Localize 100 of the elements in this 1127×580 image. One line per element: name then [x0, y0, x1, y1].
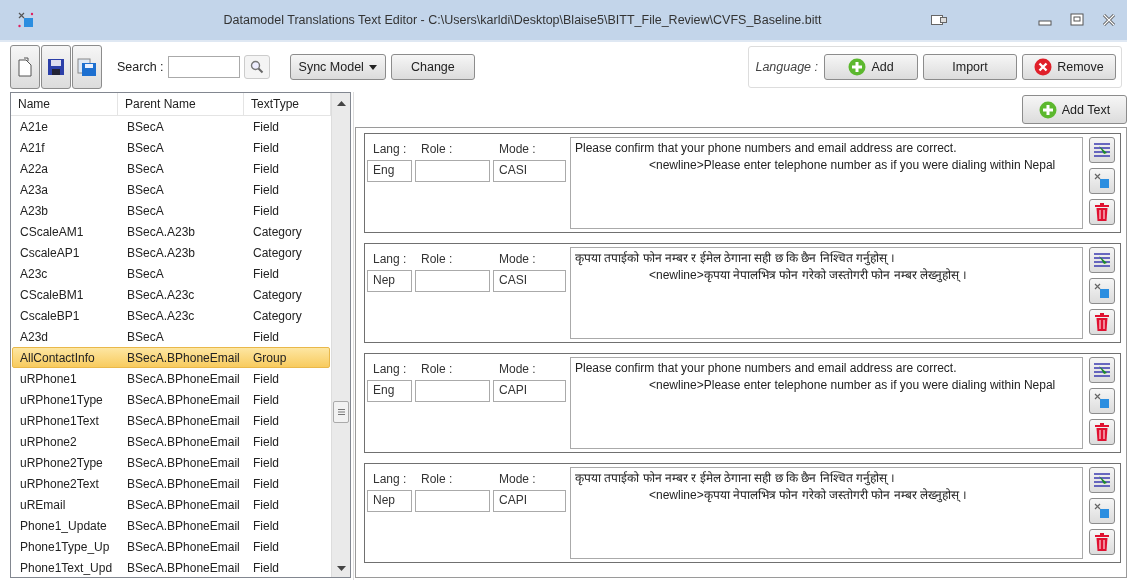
edit-button[interactable]	[1089, 467, 1115, 493]
table-cell-text: BSecA	[126, 140, 165, 155]
role-field[interactable]	[415, 490, 490, 512]
translate-button[interactable]	[1089, 498, 1115, 524]
table-cell-text: A21f	[19, 140, 46, 155]
change-button[interactable]: Change	[390, 54, 475, 80]
trash-icon	[1095, 313, 1109, 331]
table-cell-text: BSecA	[126, 119, 165, 134]
save-all-icon	[77, 57, 97, 77]
column-header[interactable]: Parent Name	[118, 93, 244, 115]
table-cell-text: A22a	[19, 161, 50, 176]
search-button[interactable]	[243, 55, 270, 79]
text-area[interactable]: कृपया तपाईको फोन नम्बर र ईमेल ठेगाना सही छ कि छैन निश्चित गर्नुहोस् । <newline>कृपया नेपालभित्र फोन गरेको जस्तोगरी फोन नम्बर लेख्नुहोस् ।	[570, 467, 1083, 559]
table-cell-text: Field	[252, 434, 280, 449]
table-cell-text: Field	[252, 518, 280, 533]
role-field[interactable]	[415, 270, 490, 292]
mode-field[interactable]: CASI	[493, 270, 566, 292]
text-line: <newline>कृपया नेपालभित्र फोन गरेको जस्तोगरी फोन नम्बर लेख्नुहोस् ।	[648, 487, 969, 504]
add-button[interactable]: Add	[824, 54, 918, 80]
table-cell-text: BSecA.A23c	[126, 287, 196, 302]
lang-field[interactable]: Eng	[367, 160, 412, 182]
mode-field[interactable]: CAPI	[493, 490, 566, 512]
mode-label: Mode :	[498, 142, 537, 158]
scroll-thumb[interactable]	[333, 401, 349, 423]
lang-field[interactable]: Nep	[367, 270, 412, 292]
lang-field[interactable]: Eng	[367, 380, 412, 402]
search-label: Search :	[117, 60, 164, 74]
caret-icon	[368, 64, 377, 70]
table-cell-text: Group	[252, 350, 288, 365]
scrollbar[interactable]	[331, 93, 350, 577]
edit-button[interactable]	[1089, 137, 1115, 163]
table-cell-text: BSecA.BPhoneEmail	[126, 434, 241, 449]
table-cell-text: BSecA.BPhoneEmail	[126, 518, 241, 533]
lines-arrow-icon	[1093, 252, 1111, 268]
app-icon	[18, 12, 34, 28]
table-cell-text: BSecA.A23b	[126, 245, 197, 260]
table-cell-text: Field	[252, 455, 280, 470]
table-cell-text: Phone1Type_Up	[19, 539, 111, 554]
table-cell-text: Field	[252, 392, 280, 407]
scroll-up-icon[interactable]	[336, 101, 346, 106]
role-field[interactable]	[415, 380, 490, 402]
table-cell-text: BSecA	[126, 329, 165, 344]
delete-button[interactable]	[1089, 419, 1115, 445]
lang-field[interactable]: Nep	[367, 490, 412, 512]
table-cell-text: Category	[252, 308, 303, 323]
trash-icon	[1095, 423, 1109, 441]
close-icon[interactable]	[1101, 12, 1117, 28]
document-icon	[18, 57, 32, 77]
text-area[interactable]: Please confirm that your phone numbers and email address are correct. <newline>Please enter telephone number as if you were dialing within Nepal	[570, 357, 1083, 449]
table-cell-text: Field	[252, 119, 280, 134]
table-cell-text: CScaleAM1	[19, 224, 85, 239]
maximize-icon[interactable]	[1069, 12, 1085, 28]
sync-model-dropdown[interactable]: Sync Model	[289, 54, 386, 80]
lang-label: Lang :	[372, 362, 408, 378]
table-cell-text: BSecA	[126, 182, 165, 197]
text-area[interactable]: कृपया तपाईको फोन नम्बर र ईमेल ठेगाना सही छ कि छैन निश्चित गर्नुहोस् । <newline>कृपया नेपालभित्र फोन गरेको जस्तोगरी फोन नम्बर लेख्नुहोस् ।	[570, 247, 1083, 339]
mode-field[interactable]: CAPI	[493, 380, 566, 402]
table-cell-text: Category	[252, 245, 303, 260]
table-cell-text: A23a	[19, 182, 50, 197]
table-cell-text: uRPhone2Type	[19, 455, 104, 470]
text-line: कृपया तपाईको फोन नम्बर र ईमेल ठेगाना सही छ कि छैन निश्चित गर्नुहोस् ।	[575, 470, 897, 487]
table-cell-text: uRPhone2Text	[19, 476, 100, 491]
table-cell-text: BSecA.BPhoneEmail	[126, 413, 241, 428]
remove-button[interactable]: Remove	[1022, 54, 1116, 80]
mode-field[interactable]: CASI	[493, 160, 566, 182]
translate-button[interactable]	[1089, 278, 1115, 304]
column-header[interactable]: Name	[11, 93, 118, 115]
text-line: Please confirm that your phone numbers and email address are correct.	[575, 140, 958, 157]
table-cell-text: uREmail	[19, 497, 67, 512]
delete-button[interactable]	[1089, 199, 1115, 225]
table-cell-text: Field	[252, 560, 280, 575]
selected-row-highlight[interactable]: AllContactInfo BSecA.BPhoneEmail Group	[12, 347, 330, 368]
search-icon	[249, 60, 264, 74]
table-cell-text: Field	[252, 140, 280, 155]
lang-label: Lang :	[372, 472, 408, 488]
language-label: Language :	[755, 60, 818, 74]
table-cell-text: BSecA.BPhoneEmail	[126, 455, 241, 470]
edit-button[interactable]	[1089, 247, 1115, 273]
save-button[interactable]	[41, 45, 71, 89]
plus-icon	[848, 58, 867, 76]
edit-button[interactable]	[1089, 357, 1115, 383]
import-button[interactable]: Import	[923, 54, 1017, 80]
translate-button[interactable]	[1089, 388, 1115, 414]
table-cell-text: Category	[252, 287, 303, 302]
table-cell-text: Field	[252, 413, 280, 428]
text-line: Please confirm that your phone numbers and email address are correct.	[575, 360, 958, 377]
delete-button[interactable]	[1089, 529, 1115, 555]
table-cell-text: CscaleAP1	[19, 245, 81, 260]
table-cell-text: AllContactInfo	[19, 350, 96, 365]
add-text-button[interactable]: Add Text	[1022, 95, 1127, 124]
search-field[interactable]	[167, 56, 240, 78]
role-field[interactable]	[415, 160, 490, 182]
delete-button[interactable]	[1089, 309, 1115, 335]
lang-label: Lang :	[372, 252, 408, 268]
table-cell-text: uRPhone1Type	[19, 392, 104, 407]
scroll-down-icon[interactable]	[336, 566, 346, 571]
text-area[interactable]: Please confirm that your phone numbers and email address are correct. <newline>Please enter telephone number as if you were dialing within Nepal	[570, 137, 1083, 229]
table-cell-text: BSecA.BPhoneEmail	[126, 476, 241, 491]
translate-button[interactable]	[1089, 168, 1115, 194]
save-all-button[interactable]	[72, 45, 102, 89]
